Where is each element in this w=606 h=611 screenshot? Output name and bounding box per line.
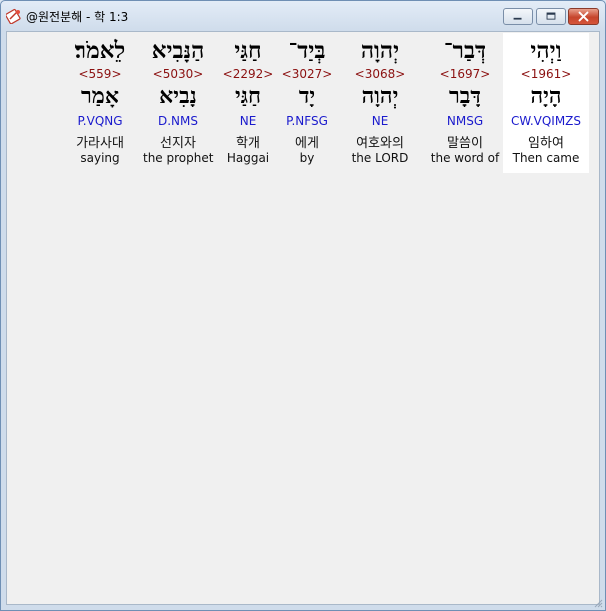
hebrew-word: לֵאמֹר׃ xyxy=(74,37,126,64)
parsing-code: CW.VQIMZS xyxy=(510,114,582,128)
strong-number[interactable]: <3027> xyxy=(280,67,334,81)
hebrew-word: דְּבַר־ xyxy=(443,37,487,64)
close-icon xyxy=(578,11,589,22)
hebrew-lemma: חַגַּי xyxy=(234,83,262,109)
strong-number[interactable]: <1961> xyxy=(503,67,589,81)
english-gloss: Haggai xyxy=(226,151,270,165)
parsing-code: NE xyxy=(239,114,257,128)
english-gloss: Then came xyxy=(512,151,580,165)
strong-number[interactable]: <1697> xyxy=(427,67,503,81)
hebrew-lemma: דָּבָר xyxy=(449,83,481,109)
strong-number[interactable]: <559> xyxy=(67,67,133,81)
korean-gloss: 말씀이 xyxy=(447,136,483,151)
english-gloss: the LORD xyxy=(351,151,409,165)
app-icon[interactable] xyxy=(5,8,22,25)
english-gloss: the prophet xyxy=(143,151,214,165)
korean-gloss: 임하여 xyxy=(528,136,564,151)
word-column[interactable]: הַנָּבִיא <5030> נָבִיא D.NMS 선지자 the pr… xyxy=(143,33,213,173)
word-column[interactable]: וַיְהִי <1961> הָיָה CW.VQIMZS 임하여 Then … xyxy=(503,33,589,173)
korean-gloss: 에게 xyxy=(295,136,319,151)
interlinear-view[interactable]: וַיְהִי <1961> הָיָה CW.VQIMZS 임하여 Then … xyxy=(6,31,600,605)
strong-number[interactable]: <3068> xyxy=(348,67,412,81)
hebrew-word: וַיְהִי xyxy=(530,37,562,64)
hebrew-lemma: נָבִיא xyxy=(159,83,197,109)
word-column[interactable]: דְּבַר־ <1697> דָּבָר NMSG 말씀이 the word … xyxy=(427,33,503,173)
parsing-code: P.VQNG xyxy=(77,114,123,128)
english-gloss: the word of xyxy=(430,151,500,165)
hebrew-lemma: הָיָה xyxy=(530,83,562,109)
parsing-code: NE xyxy=(371,114,389,128)
minimize-icon xyxy=(513,17,522,20)
korean-gloss: 여호와의 xyxy=(356,136,404,151)
hebrew-word: הַנָּבִיא xyxy=(151,37,205,64)
resize-grip-icon[interactable] xyxy=(593,598,603,608)
maximize-icon xyxy=(546,12,556,20)
parsing-code: D.NMS xyxy=(157,114,198,128)
word-column[interactable]: לֵאמֹר׃ <559> אָמַר P.VQNG 가라사대 saying xyxy=(67,33,133,173)
hebrew-lemma: אָמַר xyxy=(81,83,119,109)
close-button[interactable] xyxy=(568,8,599,25)
parsing-code: NMSG xyxy=(446,114,484,128)
hebrew-lemma: יָד xyxy=(298,83,316,109)
word-column[interactable]: בְּיַד־ <3027> יָד P.NFSG 에게 by xyxy=(280,33,334,173)
hebrew-word: חַגַּי xyxy=(234,37,262,64)
maximize-button[interactable] xyxy=(536,8,566,25)
minimize-button[interactable] xyxy=(503,8,533,25)
strong-number[interactable]: <2292> xyxy=(221,67,275,81)
strong-number[interactable]: <5030> xyxy=(143,67,213,81)
korean-gloss: 가라사대 xyxy=(76,136,124,151)
english-gloss: by xyxy=(299,151,315,165)
hebrew-word: יְהוָה xyxy=(360,37,400,64)
hebrew-word: בְּיַד־ xyxy=(288,37,326,64)
word-column[interactable]: יְהוָה <3068> יְהוָה NE 여호와의 the LORD xyxy=(348,33,412,173)
app-window: @원전분해 - 학 1:3 וַיְהִי <1961> הָיָה CW.VQ… xyxy=(0,0,606,611)
parsing-code: P.NFSG xyxy=(286,114,328,128)
korean-gloss: 선지자 xyxy=(160,136,196,151)
korean-gloss: 학개 xyxy=(236,136,260,151)
window-title: @원전분해 - 학 1:3 xyxy=(26,10,129,24)
hebrew-lemma: יְהוָה xyxy=(361,83,399,109)
title-bar[interactable]: @원전분해 - 학 1:3 xyxy=(1,1,605,31)
english-gloss: saying xyxy=(80,151,120,165)
word-column[interactable]: חַגַּי <2292> חַגַּי NE 학개 Haggai xyxy=(221,33,275,173)
